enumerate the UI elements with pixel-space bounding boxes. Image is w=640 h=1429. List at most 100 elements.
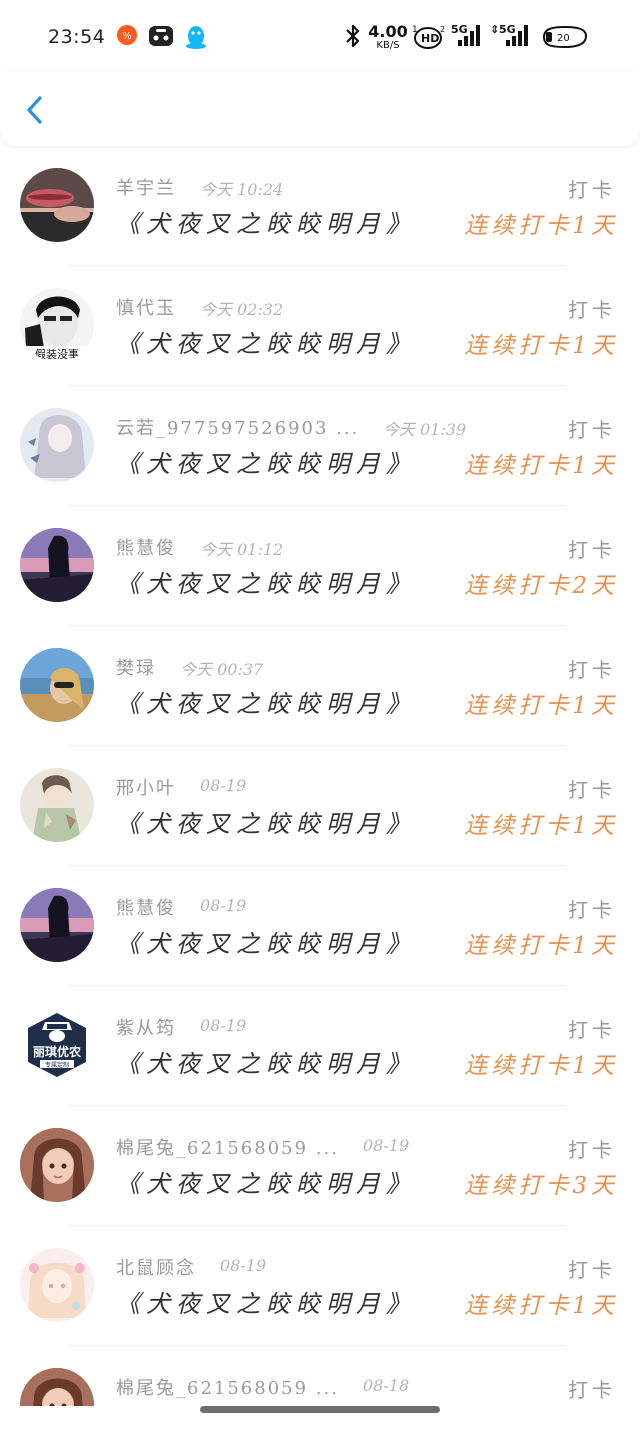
checkin-record-row[interactable]: 樊琭 今天 00:37 《犬夜叉之皎皎明月》 打卡连续打卡1天: [0, 626, 640, 746]
checkin-time: 08-19: [200, 1016, 247, 1035]
svg-text:专属定制: 专属定制: [45, 1061, 69, 1069]
svg-text:HD: HD: [421, 32, 439, 45]
svg-text:5G: 5G: [451, 23, 468, 36]
streak-badge: 连续打卡2天: [464, 573, 618, 599]
user-avatar[interactable]: [20, 888, 94, 962]
nav-header: [0, 72, 640, 146]
user-name[interactable]: 紫从筠: [116, 1014, 176, 1040]
streak-badge: 连续打卡1天: [464, 213, 618, 239]
user-name[interactable]: 邢小叶: [116, 774, 176, 800]
checkin-time: 08-19: [200, 776, 247, 795]
checkin-time: 今天 00:37: [180, 660, 264, 679]
user-avatar[interactable]: [20, 1248, 94, 1322]
streak-badge: 连续打卡1天: [464, 1053, 618, 1079]
checkin-record-row[interactable]: 云若_977597526903 ... 今天 01:39 《犬夜叉之皎皎明月》 打卡连…: [0, 386, 640, 506]
user-avatar[interactable]: [20, 1128, 94, 1202]
checkin-label: 打卡: [568, 1378, 616, 1402]
book-title: 《犬夜叉之皎皎明月》: [116, 450, 416, 478]
checkin-label: 打卡: [568, 658, 616, 682]
svg-text:假装没事: 假装没事: [35, 347, 79, 361]
streak-badge: 连续打卡1天: [464, 813, 618, 839]
checkin-label: 打卡: [568, 298, 616, 322]
svg-text:%: %: [122, 31, 132, 42]
user-avatar[interactable]: 假装没事: [20, 288, 94, 362]
net-speed: 4.00 KB/S: [368, 22, 408, 51]
svg-text:5G: 5G: [499, 23, 516, 36]
checkin-label: 打卡: [568, 1258, 616, 1282]
user-name[interactable]: 棉尾兔_621568059 ...: [116, 1134, 339, 1160]
checkin-record-row[interactable]: 丽琪优农 专属定制 紫从筠 08-19 《犬夜叉之皎皎明月》 打卡 连续打卡1天: [0, 986, 640, 1106]
user-name[interactable]: 慎代玉: [116, 294, 176, 320]
user-avatar[interactable]: [20, 528, 94, 602]
bluetooth-icon: [344, 24, 362, 52]
checkin-record-row[interactable]: 熊慧俊 今天 01:12 《犬夜叉之皎皎明月》 打卡连续打卡2天: [0, 506, 640, 626]
streak-badge: 连续打卡1天: [464, 333, 618, 359]
status-bar: 23:54 % 4.00 KB/S 1 HD 2 5G ⇕ 5G 20: [0, 0, 640, 72]
back-arrow-icon[interactable]: [22, 94, 48, 130]
checkin-label: 打卡: [568, 178, 616, 202]
checkin-record-row[interactable]: 棉尾兔_621568059 ... 08-19 《犬夜叉之皎皎明月》 打卡连续打卡3天: [0, 1106, 640, 1226]
checkin-label: 打卡: [568, 778, 616, 802]
user-avatar[interactable]: [20, 1368, 94, 1406]
home-indicator[interactable]: [200, 1406, 440, 1413]
book-title: 《犬夜叉之皎皎明月》: [116, 570, 416, 598]
checkin-time: 08-19: [220, 1256, 267, 1275]
checkin-time: 今天 02:32: [200, 300, 284, 319]
book-title: 《犬夜叉之皎皎明月》: [116, 1170, 416, 1198]
checkin-label: 打卡: [568, 418, 616, 442]
hd-icon: 1 HD 2: [410, 22, 446, 54]
checkin-record-row[interactable]: 羊宇兰 今天 10:24 《犬夜叉之皎皎明月》 打卡连续打卡1天: [0, 146, 640, 266]
book-title: 《犬夜叉之皎皎明月》: [116, 330, 416, 358]
signal-5g-icon: 5G: [450, 22, 486, 52]
user-avatar[interactable]: [20, 168, 94, 242]
user-avatar[interactable]: [20, 768, 94, 842]
svg-text:20: 20: [557, 33, 570, 44]
checkin-record-row[interactable]: 假装没事 慎代玉 今天 02:32 《犬夜叉之皎皎明月》 打卡连续打卡1天: [0, 266, 640, 386]
checkin-label: 打卡: [568, 538, 616, 562]
checkin-time: 今天 10:24: [200, 180, 284, 199]
checkin-label: 打卡: [568, 1018, 616, 1042]
book-title: 《犬夜叉之皎皎明月》: [116, 930, 416, 958]
user-name[interactable]: 棉尾兔_621568059 ...: [116, 1374, 339, 1400]
user-avatar[interactable]: 丽琪优农 专属定制: [20, 1008, 94, 1082]
checkin-list[interactable]: 羊宇兰 今天 10:24 《犬夜叉之皎皎明月》 打卡 连续打卡1天 假装没事 慎代玉 今天 0…: [0, 146, 640, 1406]
qq-penguin-icon: [184, 24, 208, 54]
user-name[interactable]: 羊宇兰: [116, 174, 176, 200]
book-title: 《犬夜叉之皎皎明月》: [116, 690, 416, 718]
streak-badge: 连续打卡1天: [464, 453, 618, 479]
svg-text:丽琪优农: 丽琪优农: [33, 1044, 81, 1059]
book-title: 《犬夜叉之皎皎明月》: [116, 210, 416, 238]
streak-badge: 连续打卡1天: [464, 1293, 618, 1319]
checkin-time: 08-19: [363, 1136, 410, 1155]
checkin-label: 打卡: [568, 1138, 616, 1162]
checkin-record-row[interactable]: 熊慧俊 08-19 《犬夜叉之皎皎明月》 打卡连续打卡1天: [0, 866, 640, 986]
checkin-record-row[interactable]: 北鼠顾念 08-19 《犬夜叉之皎皎明月》 打卡连续打卡1天: [0, 1226, 640, 1346]
user-avatar[interactable]: [20, 648, 94, 722]
checkin-time: 今天 01:39: [383, 420, 467, 439]
user-name[interactable]: 樊琭: [116, 654, 156, 680]
user-name[interactable]: 云若_977597526903 ...: [116, 414, 359, 440]
checkin-record-row[interactable]: 邢小叶 08-19 《犬夜叉之皎皎明月》 打卡连续打卡1天: [0, 746, 640, 866]
checkin-record-row[interactable]: 棉尾兔_621568059 ... 08-18 打卡: [0, 1346, 640, 1406]
streak-badge: 连续打卡1天: [464, 693, 618, 719]
checkin-time: 08-18: [363, 1376, 410, 1395]
user-name[interactable]: 熊慧俊: [116, 534, 176, 560]
book-title: 《犬夜叉之皎皎明月》: [116, 1290, 416, 1318]
user-name[interactable]: 北鼠顾念: [116, 1254, 196, 1280]
game-controller-icon: [148, 24, 174, 52]
book-title: 《犬夜叉之皎皎明月》: [116, 1050, 416, 1078]
user-avatar[interactable]: [20, 408, 94, 482]
clock: 23:54: [48, 26, 106, 48]
svg-text:2: 2: [440, 25, 445, 34]
checkin-label: 打卡: [568, 898, 616, 922]
battery-icon: 20: [540, 24, 590, 54]
checkin-time: 08-19: [200, 896, 247, 915]
book-title: 《犬夜叉之皎皎明月》: [116, 810, 416, 838]
streak-badge: 连续打卡1天: [464, 933, 618, 959]
user-name[interactable]: 熊慧俊: [116, 894, 176, 920]
svg-text:⇕: ⇕: [490, 23, 499, 36]
app-notification-icon: %: [116, 24, 138, 50]
signal-5g-data-icon: ⇕ 5G: [490, 22, 534, 52]
streak-badge: 连续打卡3天: [464, 1173, 618, 1199]
checkin-time: 今天 01:12: [200, 540, 284, 559]
